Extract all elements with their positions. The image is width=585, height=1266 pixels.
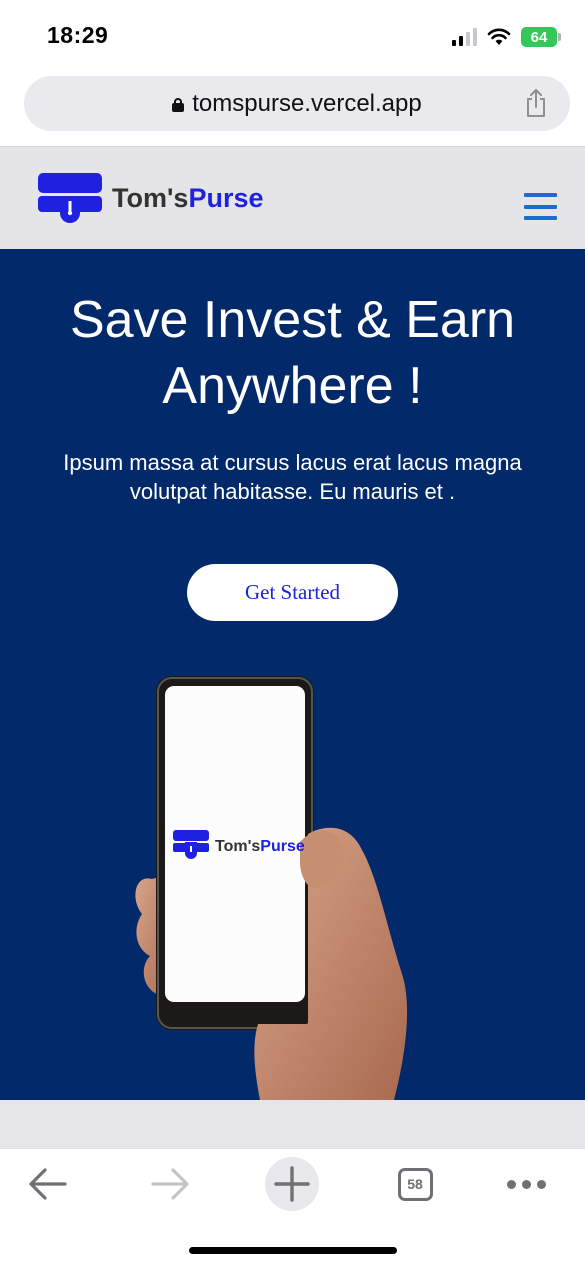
wallet-logo-icon: [38, 173, 102, 223]
plus-icon: [274, 1166, 310, 1202]
address-bar[interactable]: tomspurse.vercel.app: [24, 76, 570, 131]
hero-title-line2: Anywhere !: [162, 357, 423, 415]
hero-section: Save Invest & Earn Anywhere ! Ipsum mass…: [0, 249, 585, 1100]
wifi-icon: [487, 28, 511, 45]
battery-icon: 64: [521, 27, 561, 47]
site-logo[interactable]: Tom'sPurse: [38, 171, 263, 225]
tabs-icon: 58: [397, 1167, 433, 1201]
status-time: 18:29: [47, 22, 109, 48]
status-icons: 64: [452, 24, 561, 50]
logo-text: Tom'sPurse: [112, 183, 263, 214]
section-divider: [0, 1100, 585, 1148]
home-indicator[interactable]: [189, 1247, 397, 1254]
share-icon[interactable]: [524, 88, 548, 118]
status-bar: 18:29 64: [0, 0, 585, 72]
url-display[interactable]: tomspurse.vercel.app: [24, 90, 570, 118]
phone-logo-name: Tom's: [215, 838, 260, 855]
hero-title-line1: Save Invest & Earn: [69, 291, 516, 349]
phone-logo-text: Tom'sPurse: [215, 838, 305, 855]
forward-arrow-icon: [151, 1168, 189, 1200]
logo-accent: Purse: [188, 182, 264, 213]
url-text: tomspurse.vercel.app: [192, 90, 422, 117]
more-button[interactable]: [499, 1157, 553, 1211]
lock-icon: [172, 98, 185, 112]
get-started-button[interactable]: Get Started: [187, 564, 398, 621]
back-button[interactable]: [21, 1157, 75, 1211]
battery-level: 64: [530, 28, 548, 46]
new-tab-button[interactable]: [265, 1157, 319, 1211]
signal-icon: [452, 28, 477, 46]
browser-toolbar: 58: [0, 1148, 585, 1266]
tab-count: 58: [407, 1176, 423, 1192]
back-arrow-icon: [29, 1168, 67, 1200]
hero-description: Ipsum massa at cursus lacus erat lacus m…: [63, 450, 522, 504]
menu-icon[interactable]: [524, 193, 557, 220]
logo-name: Tom's: [112, 182, 189, 213]
forward-button[interactable]: [143, 1157, 197, 1211]
site-header: Tom'sPurse: [0, 146, 585, 249]
hero-title: Save Invest & Earn Anywhere !: [0, 287, 585, 419]
more-icon: [506, 1179, 546, 1189]
tabs-button[interactable]: 58: [388, 1157, 442, 1211]
phone-logo-accent: Purse: [260, 838, 305, 855]
hand-holding-phone-image: Tom'sPurse: [135, 676, 408, 1100]
